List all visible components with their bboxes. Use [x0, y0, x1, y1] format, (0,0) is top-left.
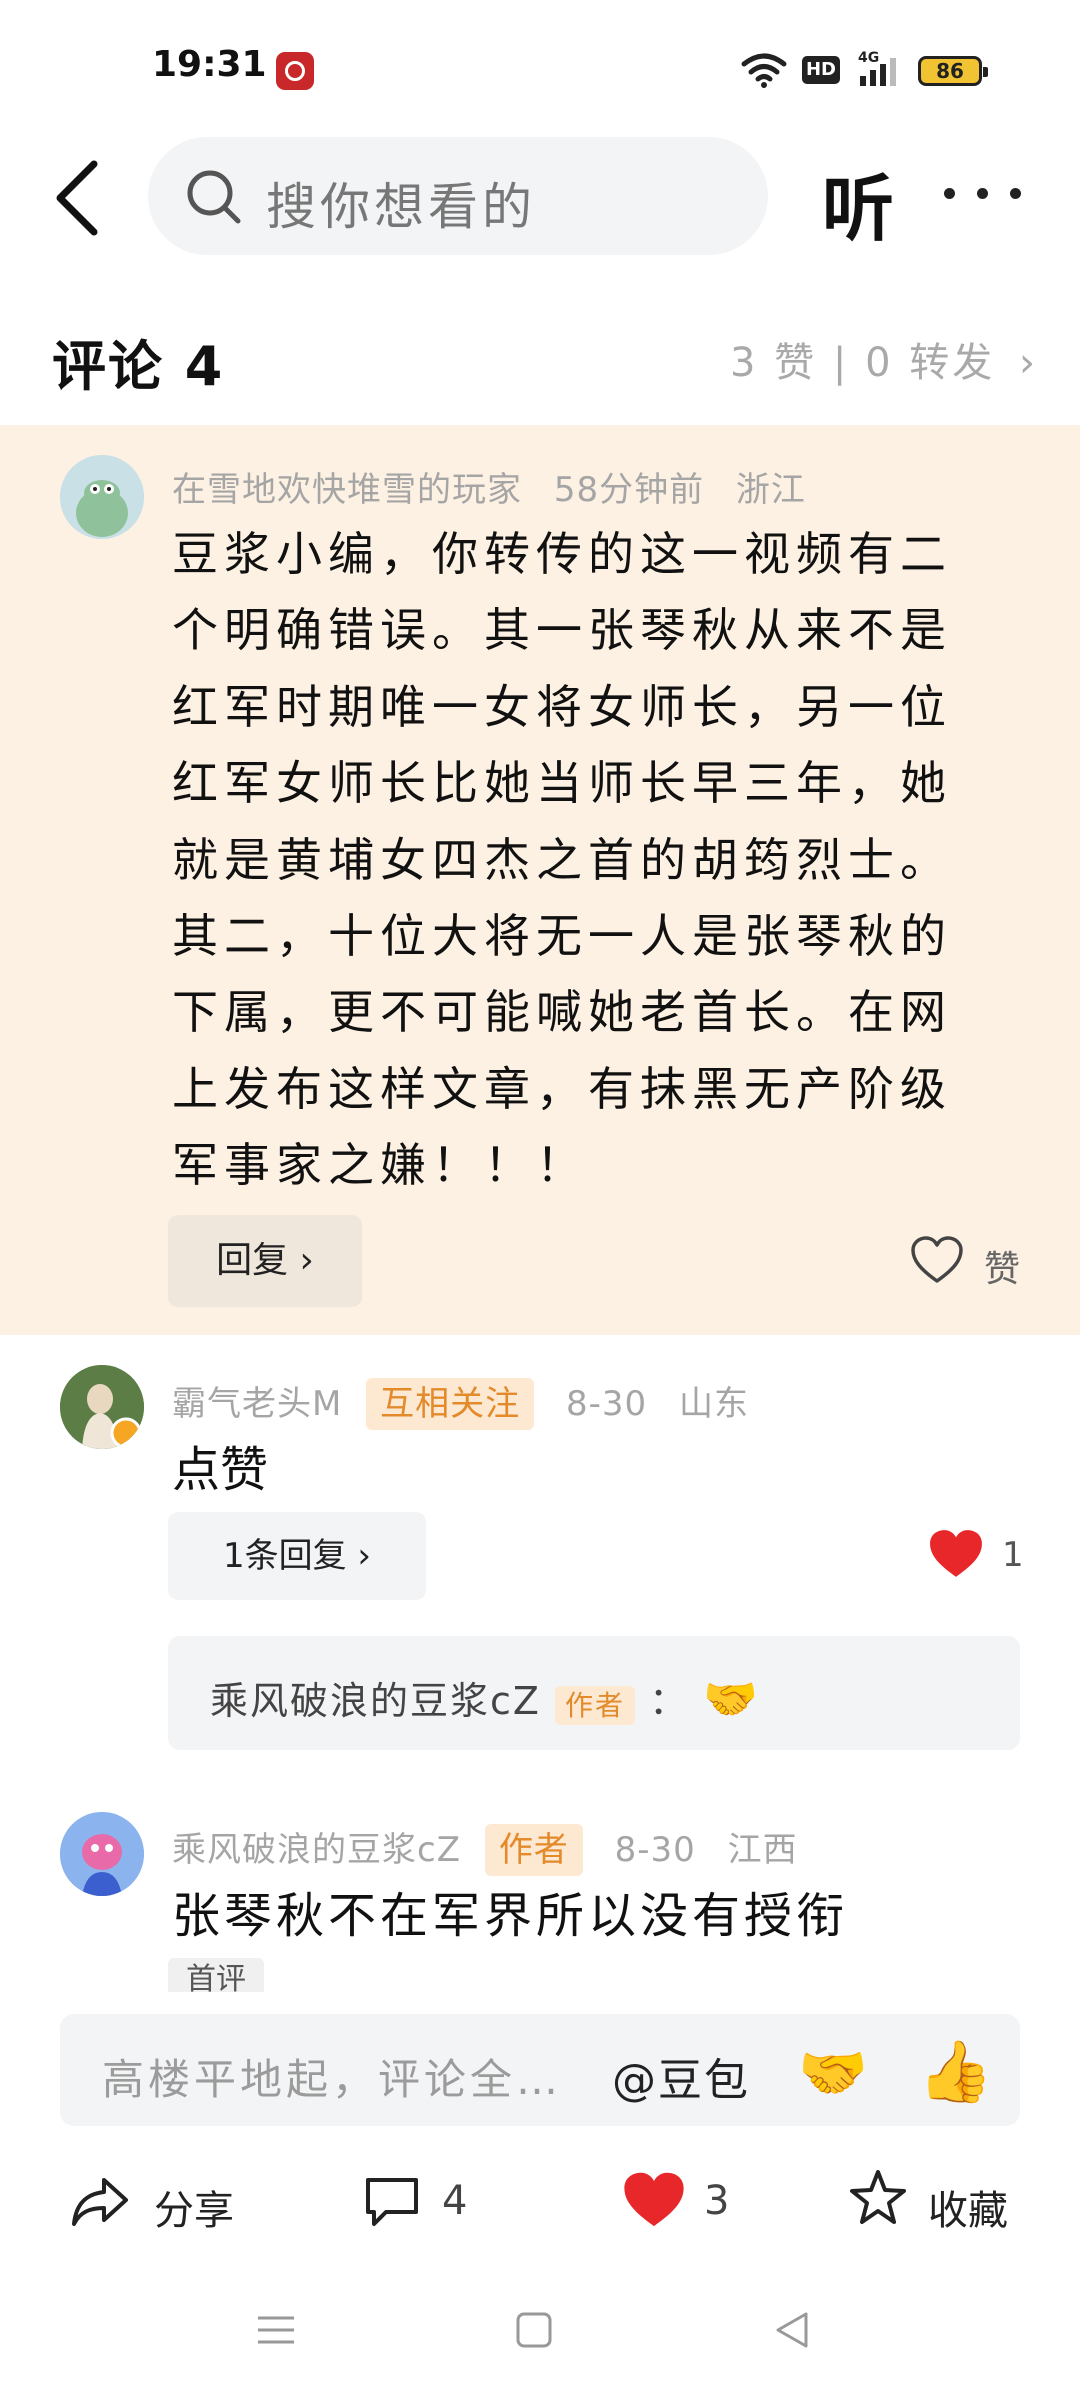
reply-preview[interactable]: 乘风破浪的豆浆cZ 作者 ： 🤝 — [168, 1636, 1020, 1750]
comments-title: 评论 4 — [52, 335, 225, 398]
comment-button[interactable]: 4 — [364, 2170, 504, 2234]
status-bar: 19:31 HD 4G 86 — [0, 0, 1080, 140]
search-icon — [187, 170, 241, 224]
comment-meta: 在雪地欢快堆雪的玩家 58分钟前 浙江 — [172, 462, 806, 511]
comment-time: 8-30 — [565, 1384, 648, 1424]
comment-count: 4 — [442, 2178, 468, 2224]
listen-button[interactable]: 听 — [822, 150, 894, 255]
comment-input-placeholder: 高楼平地起，评论全… — [102, 2055, 563, 2104]
old-man-avatar-icon — [60, 1365, 144, 1449]
reply-author: 乘风破浪的豆浆cZ — [210, 1679, 541, 1723]
frog-avatar-icon — [60, 455, 144, 539]
cartoon-avatar-icon — [60, 1812, 144, 1896]
share-icon — [72, 2178, 128, 2226]
avatar[interactable] — [60, 1812, 144, 1896]
view-replies-button[interactable]: 1条回复 › — [168, 1512, 426, 1600]
status-time: 19:31 — [152, 44, 267, 85]
battery-level: 86 — [936, 59, 964, 83]
hd-voice-icon: HD — [802, 56, 840, 84]
comment-meta: 乘风破浪的豆浆cZ 作者 8-30 江西 — [172, 1822, 798, 1876]
home-nav-icon[interactable] — [514, 2310, 554, 2350]
comment-text: 张琴秋不在军界所以没有授衔 — [172, 1888, 849, 1944]
heart-outline-icon[interactable] — [910, 1235, 964, 1285]
mention-button[interactable]: @豆包 — [612, 2044, 750, 2108]
replies-label: 1条回复 — [222, 1536, 347, 1576]
comment-line: 就是黄埔女四杰之首的胡筠烈士。 — [172, 832, 952, 887]
wifi-icon — [741, 53, 787, 88]
comment-line: 军事家之嫌！！！ — [172, 1138, 588, 1193]
reply-preview-text: 乘风破浪的豆浆cZ 作者 ： 🤝 — [210, 1670, 760, 1725]
author-tag: 作者 — [555, 1685, 636, 1725]
heart-filled-icon — [624, 2172, 684, 2227]
search-placeholder: 搜你想看的 — [266, 178, 536, 236]
comment-location: 江西 — [727, 1830, 798, 1870]
comment-line: 豆浆小编，你转传的这一视频有二 — [172, 527, 952, 581]
likes-reposts-link[interactable]: 3 赞 | 0 转发 › — [730, 330, 1038, 388]
heart-filled-icon[interactable] — [928, 1528, 984, 1580]
comment-time: 8-30 — [614, 1830, 696, 1870]
comment-location: 浙江 — [735, 470, 806, 510]
comment-time: 58分钟前 — [553, 470, 705, 510]
favorite-label: 收藏 — [928, 2188, 1008, 2234]
like-count: 1 — [1002, 1535, 1024, 1575]
thumbs-up-emoji[interactable]: 👍 — [918, 2036, 993, 2107]
reply-text: ： — [649, 1679, 690, 1723]
chevron-right-icon: › — [357, 1536, 372, 1576]
username[interactable]: 乘风破浪的豆浆cZ — [172, 1830, 461, 1870]
more-icon[interactable] — [944, 168, 1044, 218]
stats-text: 3 赞 | 0 转发 — [730, 340, 996, 386]
comment-line: 个明确错误。其一张琴秋从来不是 — [172, 603, 952, 658]
star-icon — [850, 2170, 906, 2224]
avatar[interactable] — [60, 1365, 144, 1449]
back-nav-icon[interactable] — [772, 2310, 812, 2350]
notification-app-icon — [276, 52, 314, 90]
comment-icon — [366, 2178, 418, 2226]
back-arrow-icon[interactable] — [50, 158, 110, 238]
comment-input[interactable]: 高楼平地起，评论全… @豆包 🤝 👍 — [60, 2014, 1020, 2126]
reply-label: 回复 — [216, 1240, 289, 1281]
reply-button[interactable]: 回复 › — [168, 1215, 362, 1307]
menu-nav-icon[interactable] — [256, 2310, 296, 2350]
author-tag: 作者 — [484, 1824, 583, 1876]
comment-line: 红军女师长比她当师长早三年，她 — [172, 756, 952, 811]
comment-meta: 霸气老头M 互相关注 8-30 山东 — [172, 1376, 749, 1430]
chevron-right-icon: › — [1018, 340, 1038, 386]
username[interactable]: 在雪地欢快堆雪的玩家 — [172, 470, 522, 510]
like-button[interactable]: 3 — [622, 2166, 762, 2236]
comment-line: 其二，十位大将无一人是张琴秋的 — [172, 909, 952, 964]
comment-line: 上发布这样文章，有抹黑无产阶级 — [172, 1061, 952, 1116]
share-label: 分享 — [154, 2188, 234, 2234]
first-comment-badge: 首评 — [168, 1958, 264, 1992]
avatar[interactable] — [60, 455, 144, 539]
comment-text: 豆浆小编，你转传的这一视频有二 个明确错误。其一张琴秋从来不是 红军时期唯一女将… — [172, 516, 992, 1204]
comment-text: 点赞 — [172, 1442, 269, 1498]
signal-icon: 4G — [858, 50, 896, 86]
comment-line: 下属，更不可能喊她老首长。在网 — [172, 985, 952, 1040]
comment-location: 山东 — [678, 1384, 749, 1424]
username[interactable]: 霸气老头M — [172, 1384, 342, 1424]
battery-indicator: 86 — [918, 56, 988, 86]
network-type: 4G — [858, 50, 879, 66]
share-button[interactable]: 分享 — [70, 2170, 270, 2234]
like-label[interactable]: 赞 — [984, 1240, 1020, 1292]
mutual-follow-tag: 互相关注 — [366, 1378, 535, 1430]
search-bar[interactable]: 搜你想看的 — [148, 137, 768, 255]
favorite-button[interactable]: 收藏 — [848, 2166, 1048, 2236]
comment-line: 红军时期唯一女将女师长，另一位 — [172, 679, 952, 734]
handshake-emoji[interactable]: 🤝 — [798, 2040, 868, 2106]
like-count: 3 — [704, 2178, 730, 2224]
chevron-right-icon: › — [299, 1240, 314, 1281]
handshake-emoji: 🤝 — [703, 1674, 761, 1725]
